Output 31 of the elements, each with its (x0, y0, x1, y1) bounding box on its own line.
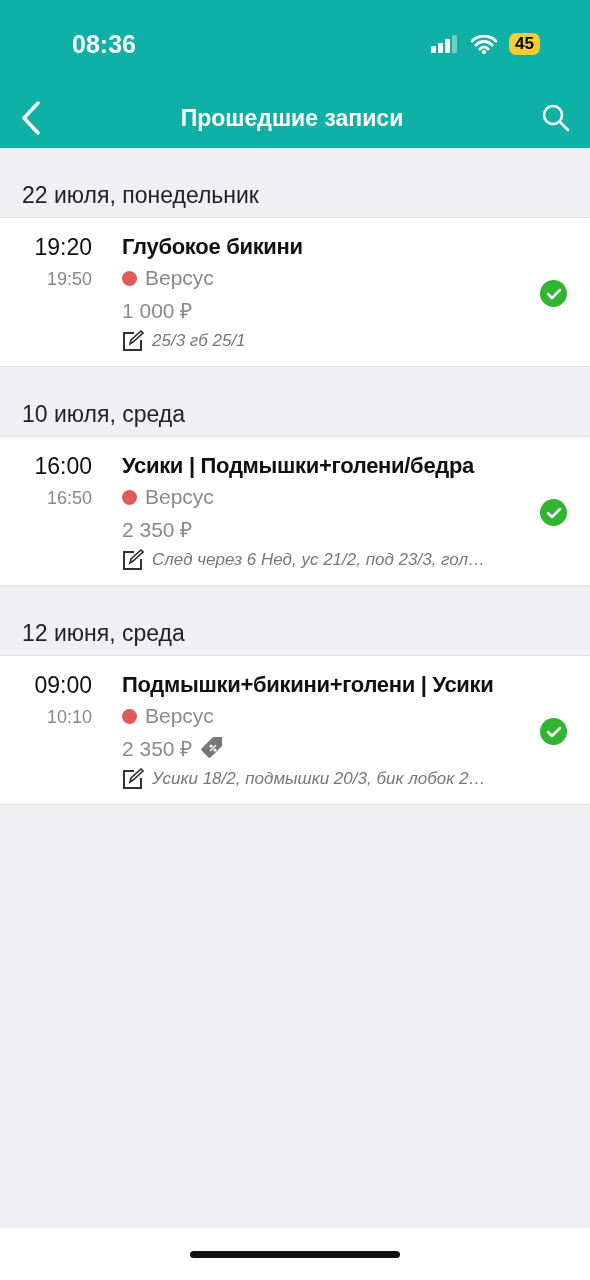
price: 2 350 ₽ (122, 517, 193, 543)
back-button[interactable] (20, 101, 42, 135)
wifi-icon (471, 34, 498, 54)
staff-name: Версус (145, 266, 214, 290)
price: 1 000 ₽ (122, 298, 193, 324)
note-text: След через 6 Нед, ус 21/2, под 23/3, гол… (152, 550, 485, 570)
end-time: 16:50 (46, 488, 92, 509)
appointment-row[interactable]: 19:20 19:50 Глубокое бикини Версус 1 000 ₽ 25/3 гб 25/1 (0, 218, 590, 367)
start-time: 19:20 (34, 234, 92, 261)
appointment-row[interactable]: 16:00 16:50 Усики | Подмышки+голени/бедра Версус 2 350 ₽ След через 6 Нед, ус 21/2, под 23/3, гол… (0, 437, 590, 586)
end-time: 19:50 (46, 269, 92, 290)
note-text: Усики 18/2, подмышки 20/3, бик лобок 2… (152, 769, 486, 789)
end-time: 10:10 (46, 707, 92, 728)
service-name: Усики | Подмышки+голени/бедра (122, 453, 476, 479)
edit-note-icon (122, 330, 144, 352)
search-button[interactable] (542, 104, 570, 132)
service-name: Подмышки+бикини+голени | Усики (122, 672, 495, 698)
service-name: Глубокое бикини (122, 234, 304, 260)
staff-name: Версус (145, 485, 214, 509)
edit-note-icon (122, 549, 144, 571)
signal-icon (431, 35, 460, 53)
start-time: 16:00 (34, 453, 92, 480)
status-time: 08:36 (72, 29, 136, 59)
price: 2 350 ₽ (122, 736, 193, 762)
appointment-row[interactable]: 09:00 10:10 Подмышки+бикини+голени | Усики Версус 2 350 ₽ Усики 18/2, подмышки 20/3, бик лобок 2… (0, 656, 590, 805)
note-text: 25/3 гб 25/1 (152, 331, 246, 351)
edit-note-icon (122, 768, 144, 790)
staff-name: Версус (145, 704, 214, 728)
battery-level: 45 (509, 33, 540, 55)
screen-title: Прошедшие записи (180, 104, 404, 132)
start-time: 09:00 (34, 672, 92, 699)
